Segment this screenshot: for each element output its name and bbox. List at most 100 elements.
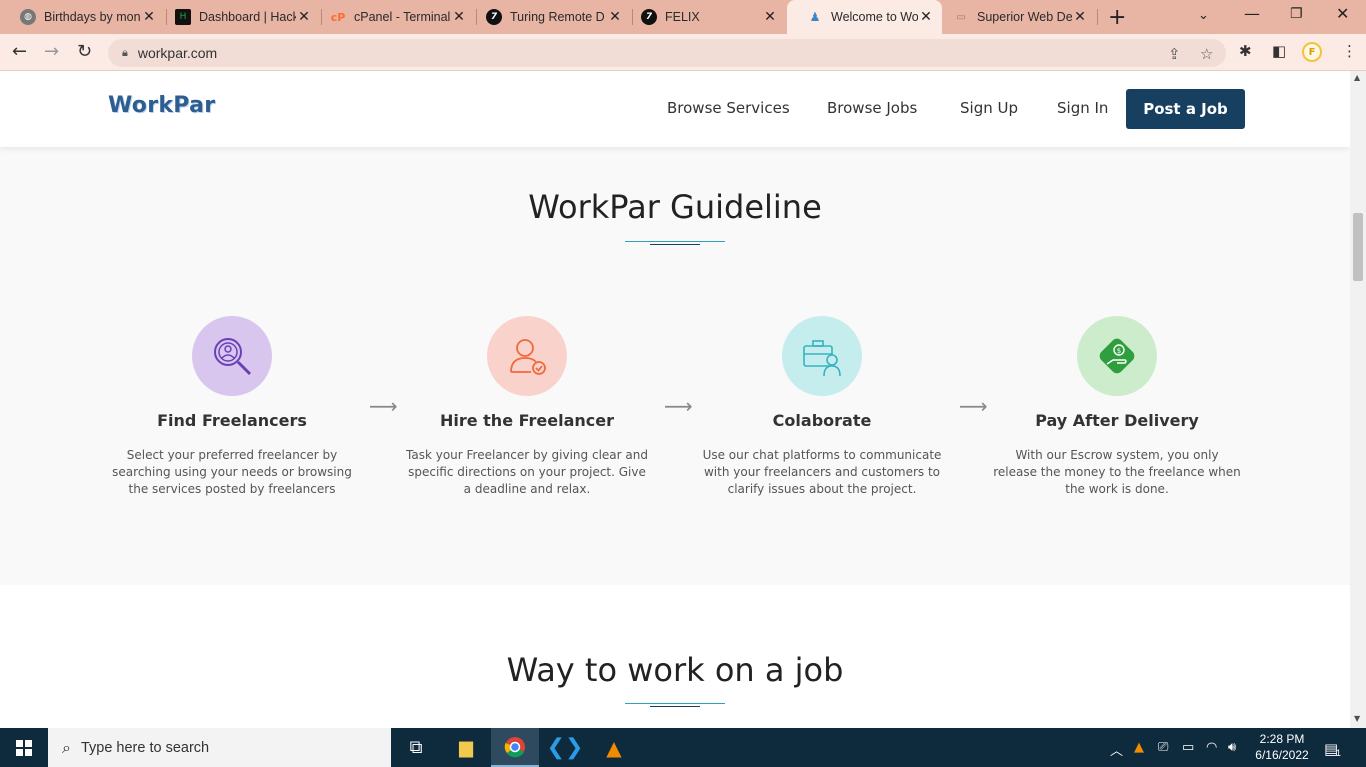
close-icon[interactable]: ✕ <box>1072 9 1088 25</box>
nav-sign-in[interactable]: Sign In <box>1057 99 1108 117</box>
taskbar-clock[interactable]: 2:28 PM 6/16/2022 <box>1252 731 1312 763</box>
volume-icon[interactable]: 🔊︎ <box>1228 740 1236 755</box>
scroll-down-icon[interactable]: ▼ <box>1354 714 1360 723</box>
arrow-right-icon: ⟶ <box>664 394 693 418</box>
tab-felix[interactable]: 7 FELIX ✕ <box>621 0 786 34</box>
title-underline-accent <box>650 706 700 707</box>
bookmark-star-icon[interactable]: ☆ <box>1200 45 1213 63</box>
file-explorer-icon[interactable]: ▆ <box>442 728 490 767</box>
arrow-right-icon: ⟶ <box>959 394 988 418</box>
forward-icon[interactable]: → <box>44 41 59 62</box>
close-icon[interactable]: ✕ <box>451 9 467 25</box>
site-header: WorkPar Browse Services Browse Jobs Sign… <box>0 71 1350 147</box>
close-icon[interactable]: ✕ <box>918 9 934 25</box>
search-icon: ⌕ <box>62 737 71 757</box>
globe-icon: ◍ <box>20 9 36 25</box>
tab-title: Welcome to Wor <box>831 10 918 24</box>
menu-dots-icon[interactable]: ⋮ <box>1342 42 1357 60</box>
post-job-button[interactable]: Post a Job <box>1126 89 1245 129</box>
battery-icon[interactable]: ▭ <box>1182 740 1194 755</box>
briefcase-person-icon <box>782 316 862 396</box>
tray-vlc-icon[interactable]: ▲ <box>1134 740 1144 755</box>
browser-toolbar: ← → ↻ 🔒︎ workpar.com ⇪ ☆ <box>0 34 1366 71</box>
web-page: WorkPar Browse Services Browse Jobs Sign… <box>0 71 1350 728</box>
window-close-icon[interactable]: ✕ <box>1336 4 1349 23</box>
vscode-icon[interactable]: ❮❯ <box>541 728 589 767</box>
tab-title: cPanel - Terminal <box>354 10 451 24</box>
scrollbar-thumb[interactable] <box>1353 213 1363 281</box>
tab-title: FELIX <box>665 10 700 24</box>
tab-title: Dashboard | Hack <box>199 10 296 24</box>
side-panel-icon[interactable]: ◧ <box>1272 42 1286 60</box>
tab-search-icon[interactable]: ⌄ <box>1198 8 1209 23</box>
title-underline <box>625 241 725 242</box>
minimize-icon[interactable]: — <box>1244 4 1260 23</box>
step-heading: Find Freelancers <box>157 411 307 430</box>
share-icon[interactable]: ⇪ <box>1168 45 1181 63</box>
cpanel-icon: cP <box>330 10 346 24</box>
step-description: With our Escrow system, you only release… <box>993 448 1241 496</box>
search-placeholder: Type here to search <box>80 739 210 756</box>
nav-sign-up[interactable]: Sign Up <box>960 99 1018 117</box>
step-colaborate: Colaborate Use our chat platforms to com… <box>692 316 952 498</box>
tray-chevron-icon[interactable]: ︿ <box>1110 740 1123 759</box>
step-find-freelancers: Find Freelancers Select your preferred f… <box>102 316 362 498</box>
step-pay-after-delivery: $ Pay After Delivery With our Escrow sys… <box>987 316 1247 498</box>
task-view-icon[interactable]: ⧉ <box>392 728 440 767</box>
hackerrank-icon: H <box>175 9 191 25</box>
search-person-icon <box>192 316 272 396</box>
tab-turing[interactable]: 7 Turing Remote D ✕ <box>466 0 631 34</box>
site-logo[interactable]: WorkPar <box>108 93 215 118</box>
tab-birthdays[interactable]: ◍ Birthdays by mon ✕ <box>0 0 165 34</box>
step-description: Use our chat platforms to communicate wi… <box>702 448 942 496</box>
page-scrollbar[interactable]: ▲ ▼ <box>1350 71 1366 728</box>
notification-count: 1 <box>1336 748 1342 758</box>
tab-separator <box>1097 9 1098 25</box>
nav-browse-jobs[interactable]: Browse Jobs <box>827 99 917 117</box>
nav-browse-services[interactable]: Browse Services <box>667 99 790 117</box>
tab-title: Superior Web De <box>977 10 1072 24</box>
tab-superior-web[interactable]: ▭ Superior Web De ✕ <box>933 0 1096 34</box>
step-heading: Colaborate <box>772 411 872 430</box>
tab-workpar[interactable]: ♟ Welcome to Wor ✕ <box>787 0 942 34</box>
tab-title: Turing Remote D <box>510 10 605 24</box>
new-tab-icon[interactable]: + <box>1108 5 1126 30</box>
web-icon: ▭ <box>956 11 966 23</box>
back-icon[interactable]: ← <box>12 41 27 62</box>
step-description: Task your Freelancer by giving clear and… <box>406 448 648 496</box>
hire-person-icon <box>487 316 567 396</box>
turing-icon: 7 <box>486 9 502 25</box>
profile-avatar[interactable]: F <box>1302 42 1322 62</box>
tray-network-device-icon[interactable]: ⎚ <box>1158 740 1168 755</box>
extensions-icon[interactable]: ✱ <box>1239 42 1252 60</box>
tab-dashboard[interactable]: H Dashboard | Hack ✕ <box>155 0 320 34</box>
chrome-icon[interactable] <box>491 728 539 767</box>
scroll-up-icon[interactable]: ▲ <box>1354 73 1360 82</box>
title-underline <box>625 703 725 704</box>
wifi-icon[interactable]: ◠ <box>1206 740 1217 755</box>
vlc-icon[interactable]: ▲ <box>590 728 638 767</box>
clock-date: 6/16/2022 <box>1255 748 1309 762</box>
restore-icon[interactable]: ❐ <box>1290 6 1303 22</box>
clock-time: 2:28 PM <box>1259 732 1305 746</box>
address-bar[interactable]: 🔒︎ workpar.com ⇪ ☆ <box>108 39 1226 67</box>
step-heading: Hire the Freelancer <box>439 411 615 430</box>
way-to-work-title: Way to work on a job <box>506 651 844 689</box>
step-heading: Pay After Delivery <box>1035 411 1199 430</box>
tab-cpanel[interactable]: cP cPanel - Terminal ✕ <box>310 0 475 34</box>
url-text: workpar.com <box>137 45 218 61</box>
svg-text:$: $ <box>1117 347 1121 355</box>
turing-icon: 7 <box>641 9 657 25</box>
step-hire-freelancer: Hire the Freelancer Task your Freelancer… <box>397 316 657 498</box>
reload-icon[interactable]: ↻ <box>77 41 92 62</box>
taskbar-search-box[interactable]: ⌕ Type here to search <box>48 728 391 767</box>
close-icon[interactable]: ✕ <box>762 9 778 25</box>
arrow-right-icon: ⟶ <box>369 394 398 418</box>
title-underline-accent <box>650 244 700 245</box>
windows-start-icon[interactable] <box>16 740 32 756</box>
way-to-work-section: Way to work on a job <box>0 585 1350 728</box>
tab-title: Birthdays by mon <box>44 10 141 24</box>
guideline-title: WorkPar Guideline <box>528 188 822 226</box>
payment-icon: $ <box>1077 316 1157 396</box>
browser-tab-strip: ◍ Birthdays by mon ✕ H Dashboard | Hack … <box>0 0 1366 34</box>
